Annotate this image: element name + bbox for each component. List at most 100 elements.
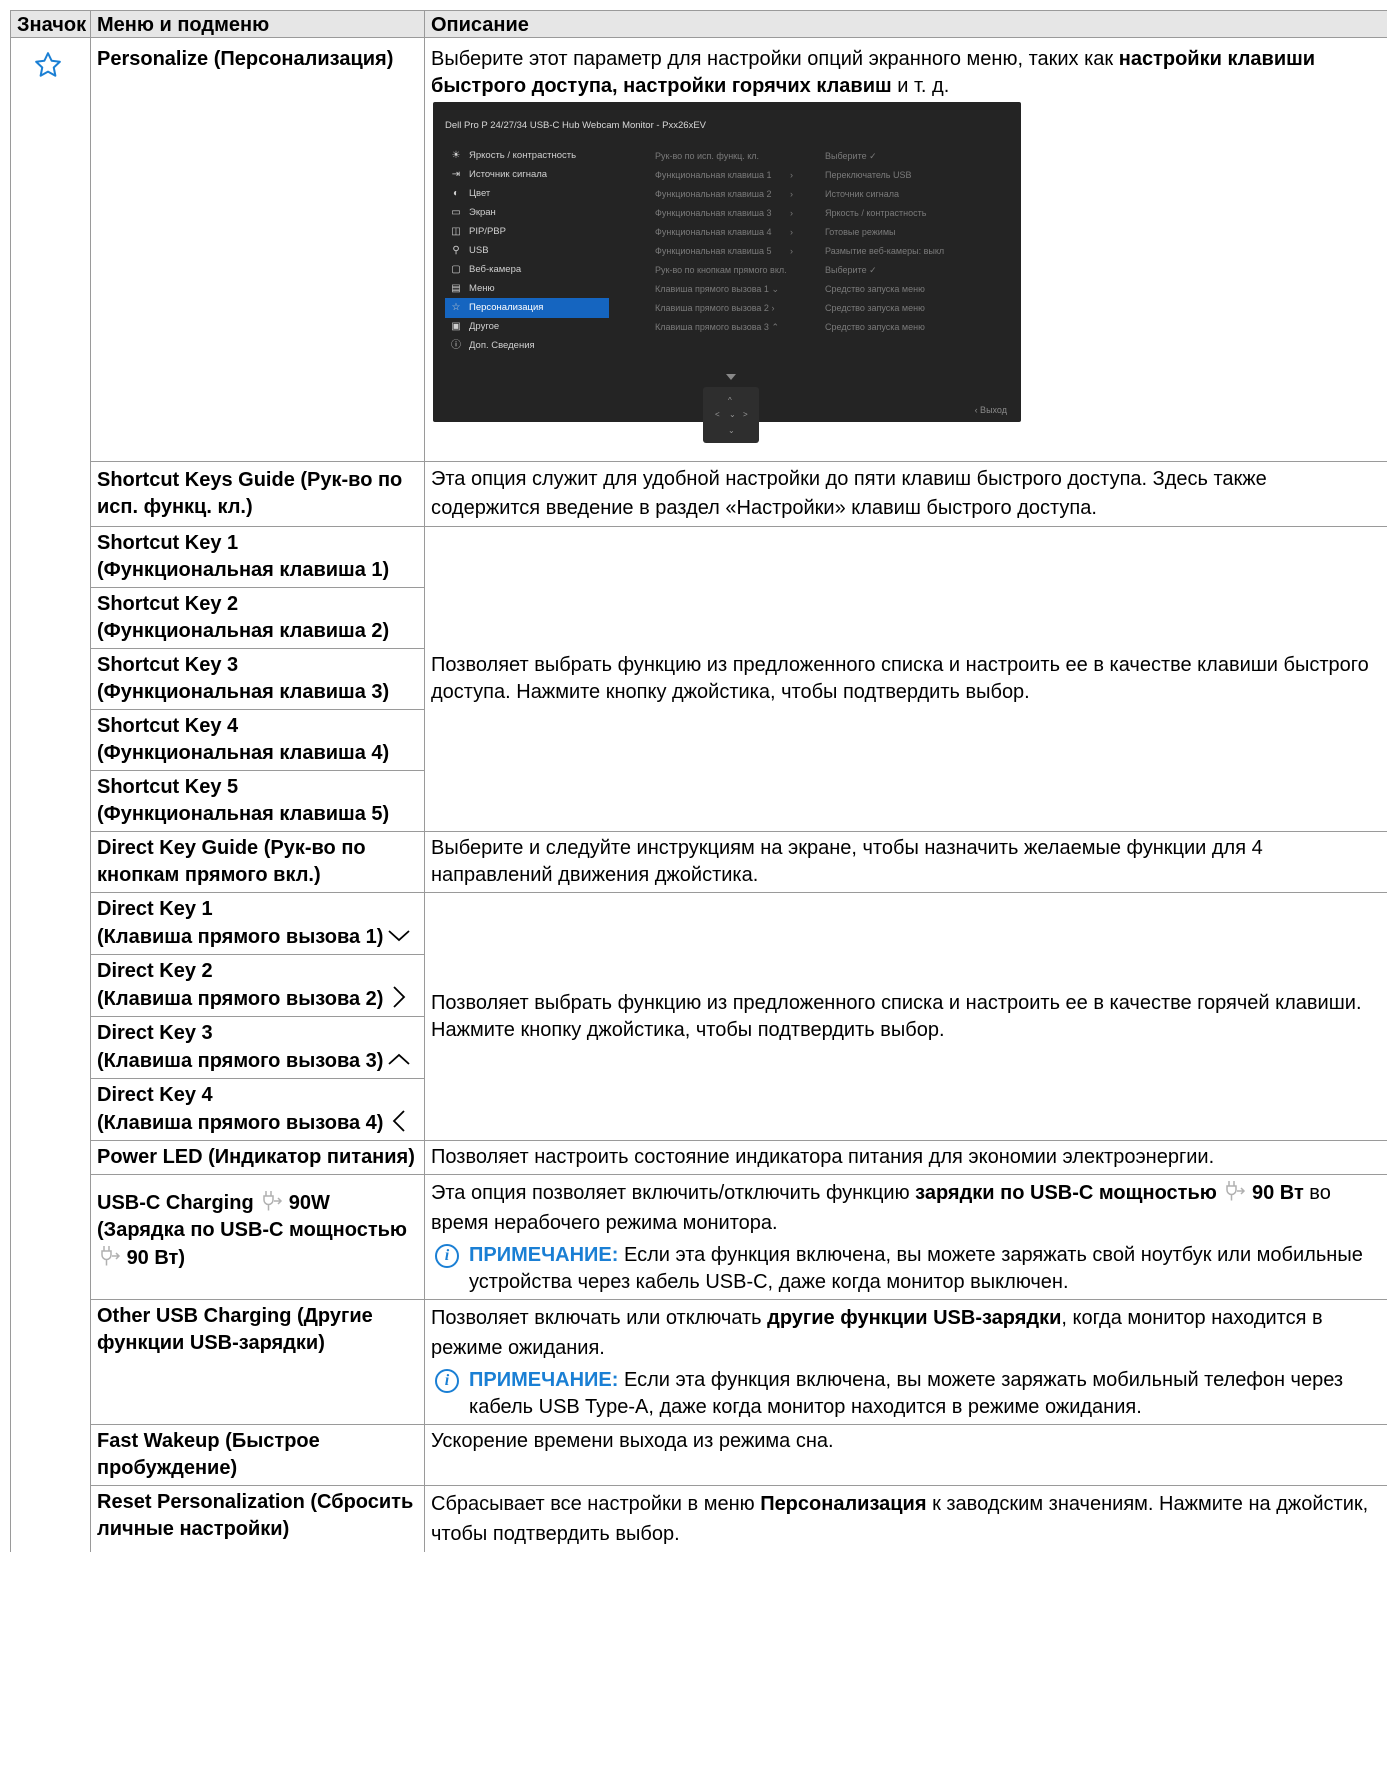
direct-key-title: Direct Key 2: [97, 960, 213, 982]
desc-personalize: Выберите этот параметр для настройки опц…: [424, 37, 1387, 462]
desc-shortcut-keys: Позволяет выбрать функцию из предложенно…: [424, 526, 1387, 832]
osd-item-icon: ◫: [451, 226, 461, 237]
menu-power-led: Power LED (Индикатор питания): [90, 1140, 425, 1175]
icon-cell: [10, 37, 91, 1552]
desc-direct-key-guide: Выберите и следуйте инструкциям на экран…: [424, 831, 1387, 893]
menu-direct-key-4: Direct Key 4 (Клавиша прямого вызова 4): [90, 1078, 425, 1141]
more-arrow-icon: [726, 374, 736, 380]
desc-text: Позволяет включать или отключать: [431, 1307, 768, 1329]
menu-shortcut-keys-guide: Shortcut Keys Guide (Рук-во по исп. функ…: [90, 461, 425, 527]
desc-text: Сбрасывает все настройки в меню: [431, 1493, 761, 1515]
osd-row: ⇥ Источник сигнала Функциональная клавиша …: [445, 165, 1003, 185]
chevron-right-icon: ›: [790, 189, 793, 199]
table-row: Direct Key 1 (Клавиша прямого вызова 1) …: [11, 892, 1387, 1141]
osd-menu-item[interactable]: ⇥ Источник сигнала: [445, 165, 609, 185]
osd-item-label: Веб-камера: [469, 264, 522, 275]
osd-menu-item[interactable]: ▢ Веб-камера: [445, 260, 609, 280]
osd-submenu-value: Источник сигнала: [825, 189, 899, 199]
direct-key-subtitle: (Клавиша прямого вызова 4): [97, 1112, 384, 1134]
desc-text: и т. д.: [891, 75, 950, 97]
direct-key-subtitle: (Клавиша прямого вызова 2): [97, 988, 384, 1010]
osd-menu-item[interactable]: ◐ Цвет: [445, 184, 609, 204]
osd-item-label: Меню: [469, 283, 495, 294]
osd-menu-item[interactable]: ▭ Экран: [445, 203, 609, 223]
header-icon: Значок: [10, 10, 91, 38]
note-other-usb: i ПРИМЕЧАНИЕ: Если эта функция включена,…: [431, 1367, 1381, 1421]
desc-power-led: Позволяет настроить состояние индикатора…: [424, 1140, 1387, 1175]
osd-item-label: Экран: [469, 207, 496, 218]
osd-submenu-item: Клавиша прямого вызова 1 ⌄: [655, 284, 779, 294]
osd-title: Dell Pro P 24/27/34 USB-C Hub Webcam Mon…: [445, 120, 707, 131]
osd-menu-item[interactable]: ⚲ USB: [445, 241, 609, 261]
osd-item-icon: ⚲: [452, 245, 460, 256]
osd-row: ◫ PIP/PBP Функциональная клавиша 4 › Готовые…: [445, 222, 1003, 242]
menu-direct-key-3: Direct Key 3 (Клавиша прямого вызова 3): [90, 1016, 425, 1079]
desc-shortcut-keys-guide: Эта опция служит для удобной настройки д…: [424, 461, 1387, 527]
desc-fast-wakeup: Ускорение времени выхода из режима сна.: [424, 1424, 1387, 1486]
chevron-up-icon: [388, 1053, 411, 1065]
menu-direct-key-guide: Direct Key Guide (Рук-во по кнопкам прям…: [90, 831, 425, 893]
osd-submenu-value: Яркость / контрастность: [825, 208, 927, 218]
desc-text: Эта опция позволяет включить/отключить ф…: [431, 1182, 916, 1204]
desc-bold: другие функции USB-зарядки: [767, 1307, 1062, 1329]
table-row: Personalize (Персонализация) Выберите эт…: [10, 37, 1387, 1552]
chevron-right-icon: ›: [790, 227, 793, 237]
osd-screenshot: Dell Pro P 24/27/34 USB-C Hub Webcam Mon…: [433, 102, 1021, 452]
osd-menu-item[interactable]: ▣ Другое: [445, 317, 609, 337]
osd-submenu-item: Функциональная клавиша 1: [655, 170, 772, 180]
desc-bold: зарядки по USB-C мощностью: [915, 1182, 1217, 1204]
table-row: Reset Personalization (Сбросить личные н…: [11, 1485, 1387, 1552]
desc-bold: 90 Вт: [1251, 1182, 1304, 1204]
osd-row: ▭ Экран Функциональная клавиша 3 › Яркость /…: [445, 203, 1003, 223]
menu-text: (Зарядка по USB-C мощностью: [97, 1219, 408, 1241]
star-icon: [35, 52, 61, 77]
table-row: Shortcut Keys Guide (Рук-во по исп. функ…: [11, 461, 1387, 527]
osd-item-label: Другое: [469, 321, 500, 332]
desc-direct-keys: Позволяет выбрать функцию из предложенно…: [424, 892, 1387, 1141]
chevron-right-icon: ›: [790, 246, 793, 256]
osd-item-icon: ▢: [451, 264, 461, 275]
osd-item-label: Доп. Сведения: [469, 340, 535, 351]
osd-item-label: Цвет: [469, 188, 491, 199]
osd-submenu-item: Клавиша прямого вызова 3 ⌃: [655, 322, 779, 332]
menu-shortcut-key-5: Shortcut Key 5 (Функциональная клавиша 5…: [90, 770, 425, 832]
osd-menu-table: Значок Меню и подменю Описание Personali…: [10, 10, 1387, 1552]
menu-shortcut-key-1: Shortcut Key 1 (Функциональная клавиша 1…: [90, 526, 425, 588]
menu-direct-key-2: Direct Key 2 (Клавиша прямого вызова 2): [90, 954, 425, 1017]
osd-submenu-value: Выберите ✓: [825, 151, 877, 161]
table-header-row: Значок Меню и подменю Описание: [10, 10, 1387, 38]
osd-submenu-item: Функциональная клавиша 3: [655, 208, 772, 218]
osd-item-label: Яркость / контрастность: [469, 150, 577, 161]
chevron-down-icon: [388, 930, 411, 942]
menu-other-usb-charging: Other USB Charging (Другие функции USB-з…: [90, 1299, 425, 1425]
header-menu: Меню и подменю: [90, 10, 425, 38]
chevron-right-icon: ›: [790, 170, 793, 180]
joystick-icon: ^ < ⌄ > ⌄: [703, 387, 759, 443]
table-row: Direct Key Guide (Рук-во по кнопкам прям…: [11, 831, 1387, 893]
osd-submenu-item: Клавиша прямого вызова 2 ›: [655, 303, 775, 313]
osd-row: ▣ Другое Клавиша прямого вызова 3 ⌃ Средств…: [445, 317, 1003, 337]
osd-item-label: Источник сигнала: [469, 169, 548, 180]
direct-key-title: Direct Key 1: [97, 898, 213, 920]
menu-shortcut-key-3: Shortcut Key 3 (Функциональная клавиша 3…: [90, 648, 425, 710]
osd-row: ⚲ USB Функциональная клавиша 5 › Размытие ве…: [445, 241, 1003, 261]
osd-menu-item[interactable]: ▤ Меню: [445, 279, 609, 299]
menu-text: 90 Вт): [126, 1247, 185, 1269]
chevron-right-icon: [393, 986, 406, 1008]
menu-personalize: Personalize (Персонализация): [90, 37, 425, 462]
menu-shortcut-key-2: Shortcut Key 2 (Функциональная клавиша 2…: [90, 587, 425, 649]
table-row: USB-C Charging 90W (Зарядка по USB-C мощ…: [11, 1174, 1387, 1300]
osd-exit: ‹ Выход: [974, 405, 1007, 415]
direct-key-title: Direct Key 4: [97, 1084, 213, 1106]
document-page: Значок Меню и подменю Описание Personali…: [10, 10, 1387, 1552]
osd-submenu-value: Средство запуска меню: [825, 284, 925, 294]
osd-menu-item[interactable]: ☆ Персонализация: [445, 298, 609, 318]
osd-row: ▢ Веб-камера Рук-во по кнопкам прямого вкл…: [445, 260, 1003, 280]
chevron-left-icon: [393, 1110, 406, 1132]
osd-menu-item[interactable]: ⓘ Доп. Сведения: [445, 336, 609, 356]
osd-submenu-item: Рук-во по кнопкам прямого вкл.: [655, 265, 787, 275]
osd-submenu-value: Выберите ✓: [825, 265, 877, 275]
power-delivery-icon: [263, 1191, 283, 1211]
osd-menu-item[interactable]: ☀ Яркость / контрастность: [445, 146, 609, 166]
osd-menu-item[interactable]: ◫ PIP/PBP: [445, 222, 609, 242]
